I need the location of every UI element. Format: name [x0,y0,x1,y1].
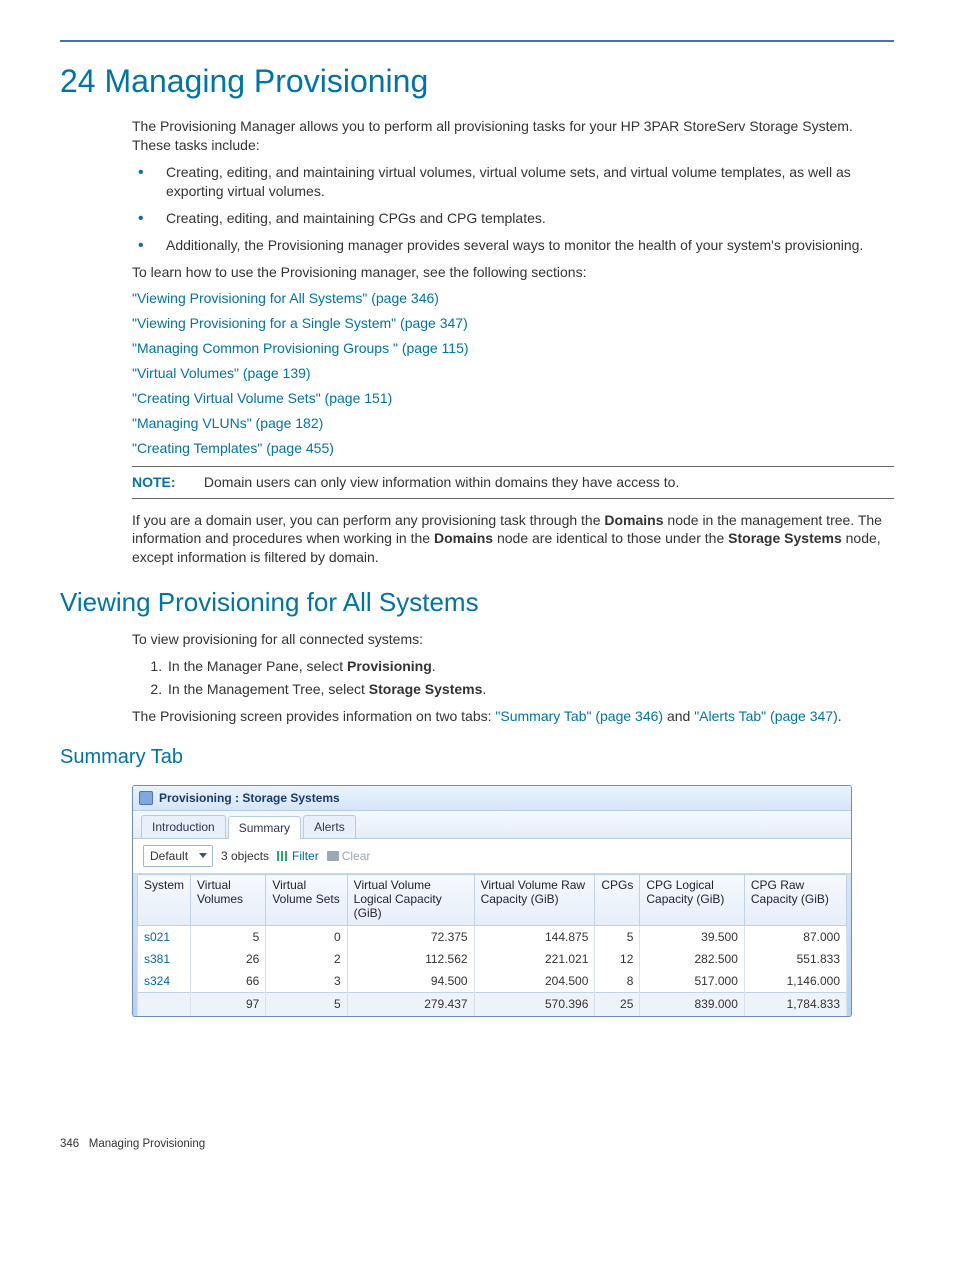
chapter-heading: 24 Managing Provisioning [60,60,894,103]
cell: 112.562 [347,948,474,970]
xref-link[interactable]: "Summary Tab" (page 346) [495,708,663,724]
cell: 839.000 [640,993,744,1016]
window-title-bar: Provisioning : Storage Systems [133,786,851,811]
cell: 12 [595,948,640,970]
cell-system[interactable]: s324 [138,970,191,993]
table-row[interactable]: s381 26 2 112.562 221.021 12 282.500 551… [138,948,847,970]
xref-link[interactable]: "Managing Common Provisioning Groups " (… [132,340,469,356]
cell: 282.500 [640,948,744,970]
cell: 25 [595,993,640,1016]
tabs-row: Introduction Summary Alerts [133,811,851,839]
list-item: Creating, editing, and maintaining CPGs … [132,209,894,228]
xref-link[interactable]: "Virtual Volumes" (page 139) [132,365,311,381]
steps-list: In the Manager Pane, select Provisioning… [132,657,894,699]
list-item: Additionally, the Provisioning manager p… [132,236,894,255]
xref-link[interactable]: "Creating Templates" (page 455) [132,440,334,456]
cell: 87.000 [744,925,846,948]
summary-window: Provisioning : Storage Systems Introduct… [132,785,852,1017]
learn-paragraph: To learn how to use the Provisioning man… [132,263,894,282]
cell [138,993,191,1016]
note-label: NOTE: [132,473,200,492]
section-intro: To view provisioning for all connected s… [132,630,894,649]
xref-link[interactable]: "Alerts Tab" (page 347) [694,708,838,724]
col-system[interactable]: System [138,875,191,925]
tab-introduction[interactable]: Introduction [141,815,226,838]
col-vv-logical-capacity[interactable]: Virtual Volume Logical Capacity (GiB) [347,875,474,925]
col-cpgs[interactable]: CPGs [595,875,640,925]
cell: 204.500 [474,970,595,993]
xref-link[interactable]: "Creating Virtual Volume Sets" (page 151… [132,390,392,406]
col-cpg-logical-capacity[interactable]: CPG Logical Capacity (GiB) [640,875,744,925]
cell-system[interactable]: s381 [138,948,191,970]
cell: 66 [191,970,266,993]
cell-system[interactable]: s021 [138,925,191,948]
tabs-sentence: The Provisioning screen provides informa… [132,707,894,726]
cell: 0 [266,925,347,948]
list-item: Creating, editing, and maintaining virtu… [132,163,894,201]
cell: 279.437 [347,993,474,1016]
cell: 5 [191,925,266,948]
cell: 221.021 [474,948,595,970]
xref-link[interactable]: "Viewing Provisioning for a Single Syste… [132,315,468,331]
col-vv-raw-capacity[interactable]: Virtual Volume Raw Capacity (GiB) [474,875,595,925]
section-heading: Viewing Provisioning for All Systems [60,585,894,620]
cell: 26 [191,948,266,970]
filter-button[interactable]: Filter [277,848,319,864]
domain-paragraph: If you are a domain user, you can perfor… [132,511,894,568]
window-title: Provisioning : Storage Systems [159,790,340,806]
cell: 5 [266,993,347,1016]
page-number: 346 [60,1138,79,1150]
cell: 5 [595,925,640,948]
filter-icon [277,851,289,861]
cell: 570.396 [474,993,595,1016]
clear-icon [327,851,339,861]
step-item: In the Management Tree, select Storage S… [166,680,894,699]
object-count: 3 objects [221,848,269,864]
table-row[interactable]: s021 5 0 72.375 144.875 5 39.500 87.000 [138,925,847,948]
xref-list: "Viewing Provisioning for All Systems" (… [132,289,894,457]
footer-title: Managing Provisioning [89,1138,205,1150]
cell: 39.500 [640,925,744,948]
cell: 3 [266,970,347,993]
col-virtual-volume-sets[interactable]: Virtual Volume Sets [266,875,347,925]
cell: 517.000 [640,970,744,993]
scrollbar-right-edge[interactable] [847,874,851,1015]
cell: 144.875 [474,925,595,948]
col-cpg-raw-capacity[interactable]: CPG Raw Capacity (GiB) [744,875,846,925]
tab-alerts[interactable]: Alerts [303,815,356,838]
cell: 8 [595,970,640,993]
window-icon [139,791,153,805]
note-box: NOTE: Domain users can only view informa… [132,466,894,499]
feature-list: Creating, editing, and maintaining virtu… [132,163,894,255]
xref-link[interactable]: "Viewing Provisioning for All Systems" (… [132,290,439,306]
summary-table: System Virtual Volumes Virtual Volume Se… [137,874,847,1015]
cell: 1,784.833 [744,993,846,1016]
page-footer: 346 Managing Provisioning [60,1137,894,1153]
view-dropdown[interactable]: Default [143,845,213,867]
cell: 94.500 [347,970,474,993]
note-text: Domain users can only view information w… [204,474,679,490]
col-virtual-volumes[interactable]: Virtual Volumes [191,875,266,925]
cell: 2 [266,948,347,970]
tab-summary[interactable]: Summary [228,816,301,839]
xref-link[interactable]: "Managing VLUNs" (page 182) [132,415,323,431]
toolbar: Default 3 objects Filter Clear [133,839,851,874]
subsection-heading: Summary Tab [60,744,894,771]
table-row[interactable]: s324 66 3 94.500 204.500 8 517.000 1,146… [138,970,847,993]
intro-paragraph: The Provisioning Manager allows you to p… [132,117,894,155]
table-totals-row: 97 5 279.437 570.396 25 839.000 1,784.83… [138,993,847,1016]
cell: 72.375 [347,925,474,948]
cell: 551.833 [744,948,846,970]
cell: 97 [191,993,266,1016]
clear-button[interactable]: Clear [327,848,371,864]
cell: 1,146.000 [744,970,846,993]
step-item: In the Manager Pane, select Provisioning… [166,657,894,676]
